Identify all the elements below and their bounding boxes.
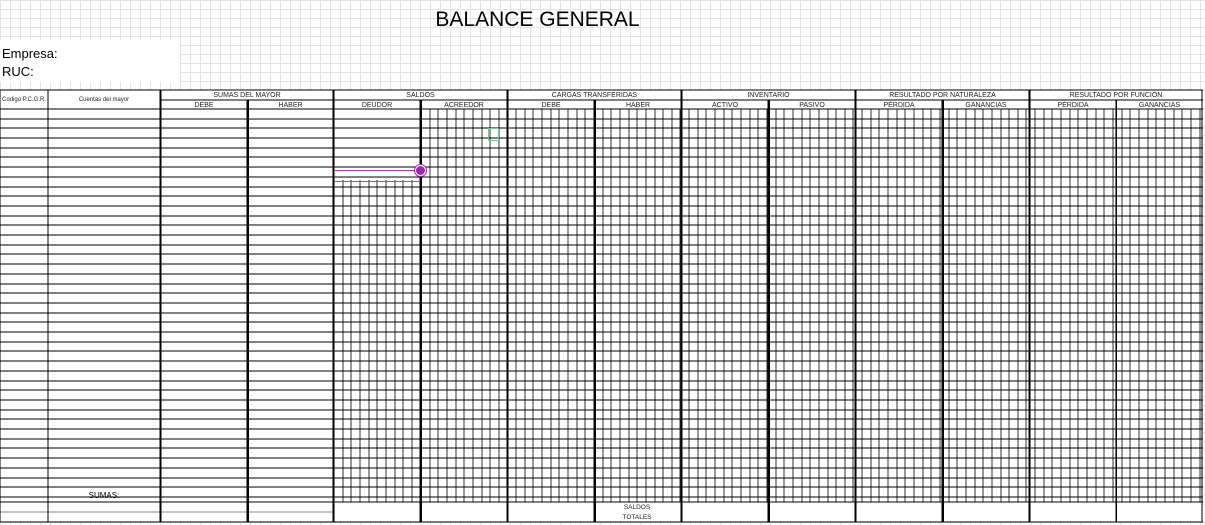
active-cell[interactable]	[488, 128, 499, 141]
group-header-saldos[interactable]: SALDOS	[334, 91, 507, 100]
group-header-cargas[interactable]: CARGAS TRANSFERIDAS	[508, 91, 681, 100]
selected-row-highlight	[334, 170, 420, 182]
sub-header-haber-2[interactable]: HABER	[595, 101, 681, 110]
group-header-naturaleza[interactable]: RESULTADO POR NATURALEZA	[856, 91, 1029, 100]
group-header-sumas-mayor[interactable]: SUMAS DEL MAYOR	[161, 91, 333, 100]
collaborator-cursor-icon	[415, 165, 426, 176]
sub-header-pasivo[interactable]: PASIVO	[769, 101, 855, 110]
group-header-funcion[interactable]: RESULTADO POR FUNCIÓN	[1030, 91, 1202, 100]
sub-header-deudor[interactable]: DEUDOR	[334, 101, 420, 110]
table-bg	[0, 90, 1203, 522]
sub-header-ganancias[interactable]: GANANCIAS	[943, 101, 1029, 110]
sumas-label[interactable]: SUMAS:	[48, 491, 160, 500]
sub-header-haber[interactable]: HABER	[248, 101, 333, 110]
sub-header-perdida[interactable]: PÉRDIDA	[856, 101, 942, 110]
col-codigo-header[interactable]: Codigo P.C.G.R.	[0, 97, 48, 103]
group-header-inventario[interactable]: INVENTARIO	[682, 91, 855, 100]
col-cuentas-header[interactable]: Cuentas del mayor	[48, 97, 160, 103]
sub-header-debe-2[interactable]: DEBE	[508, 101, 594, 110]
sub-header-perdida-2[interactable]: PÉRDIDA	[1030, 101, 1116, 110]
sub-header-activo[interactable]: ACTIVO	[682, 101, 768, 110]
sub-header-acreedor[interactable]: ACREEDOR	[421, 101, 507, 110]
totales-footer-label[interactable]: TOTALES	[595, 514, 679, 521]
sub-header-debe[interactable]: DEBE	[161, 101, 247, 110]
balance-table[interactable]	[0, 0, 1205, 525]
sub-header-ganancias-2[interactable]: GANANCIAS	[1117, 101, 1202, 110]
saldos-footer-label[interactable]: SALDOS	[595, 504, 679, 511]
